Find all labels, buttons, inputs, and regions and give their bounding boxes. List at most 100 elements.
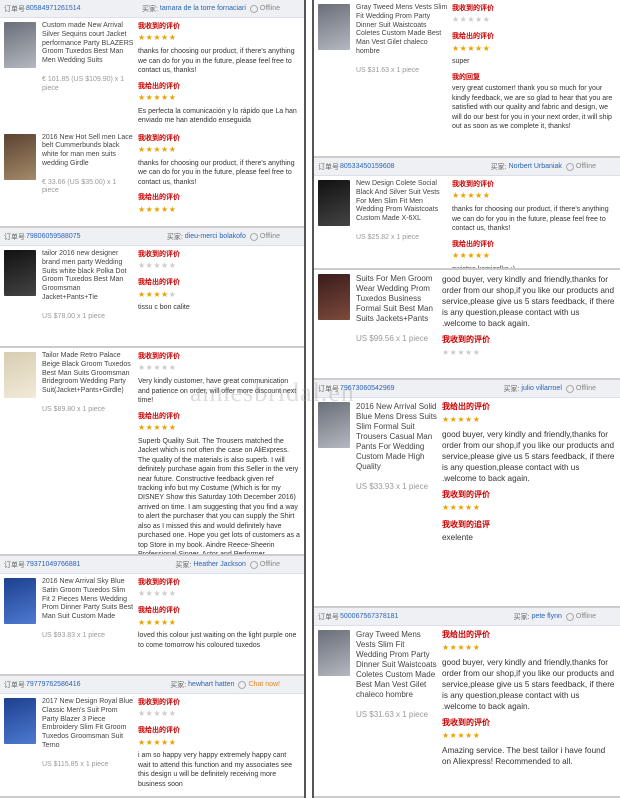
product-title-link[interactable]: 2016 New Arrival Sky Blue Satin Groom Tu… <box>42 578 134 622</box>
buyer-label: 买家: <box>490 163 507 171</box>
rating-stars: ★★★★★ <box>138 617 177 627</box>
feedback-row: 2016 New Arrival Sky Blue Satin Groom Tu… <box>0 574 304 654</box>
rating-stars: ★★★★★ <box>452 43 491 53</box>
order-number-link[interactable]: 79673060542969 <box>340 385 395 392</box>
buyer-name-link[interactable]: tamara de la torre fornaciari <box>160 5 246 12</box>
order-number-link[interactable]: 500067567378181 <box>340 613 398 620</box>
left-column: 订单号 80584971261514 买家: tamara de la torre f… <box>0 0 306 798</box>
given-feedback-label: 我给出的评价 <box>138 194 180 202</box>
buyer-name-link[interactable]: Heather Jackson <box>193 561 246 568</box>
product-thumbnail[interactable] <box>318 180 350 226</box>
order-label: 订单号 <box>4 681 25 689</box>
chat-icon[interactable] <box>565 384 574 393</box>
product-thumbnail[interactable] <box>318 274 350 320</box>
buyer-name-link[interactable]: hewhart hatten <box>188 681 234 688</box>
feedback-row: Custom made New Arrival Silver Sequins c… <box>0 18 304 130</box>
order-label: 订单号 <box>318 163 339 171</box>
product-thumbnail[interactable] <box>4 133 36 180</box>
rating-stars: ★★★★★ <box>138 589 177 599</box>
online-status: Offline <box>259 5 280 12</box>
order-number-link[interactable]: 79806059588075 <box>26 233 81 240</box>
buyer-label: 买家: <box>513 613 530 621</box>
order-number-link[interactable]: 80533450159608 <box>340 163 395 170</box>
received-feedback-label: 我收到的评价 <box>138 353 180 360</box>
rating-stars: ★★★★★ <box>138 289 177 299</box>
chat-icon[interactable] <box>238 680 247 689</box>
product-title-link[interactable]: Tailor Made Retro Palace Beige Black Gro… <box>42 352 134 396</box>
rating-stars: ★★★★★ <box>442 348 481 358</box>
received-feedback-text: good buyer, very kindly and friendly,tha… <box>442 429 615 483</box>
order-header: 订单号 80533450159608 买家: Norbert Urbaniak Offl… <box>314 158 620 176</box>
product-title-link[interactable]: Gray Tweed Mens Vests Slim Fit Wedding P… <box>356 630 438 700</box>
product-title-link[interactable]: New Design Colete Social Black And Silve… <box>356 180 448 224</box>
product-info: Gray Tweed Mens Vests Slim Fit Wedding P… <box>356 4 448 132</box>
feedback-content: 我给出的评价 ★★★★★ good buyer, very kindly and f… <box>438 402 616 543</box>
buyer-name-link[interactable]: julio villarroel <box>521 385 561 392</box>
product-price: US $33.93 x 1 piece <box>356 482 429 491</box>
buyer-name-link[interactable]: dieu-merci bolakofo <box>185 233 246 240</box>
given-feedback-text: Es perfecta la comunicación y lo rápido … <box>138 107 297 125</box>
buyer-name-link[interactable]: Norbert Urbaniak <box>509 163 562 170</box>
online-status: Offline <box>575 385 596 392</box>
chat-icon[interactable] <box>249 232 258 241</box>
order-header: 订单号 79673060542969 买家: julio villarroel Offl… <box>314 380 620 398</box>
online-status: Offline <box>259 561 280 568</box>
chat-icon[interactable] <box>249 560 258 569</box>
online-status[interactable]: Chat now! <box>248 681 280 688</box>
product-thumbnail[interactable] <box>318 402 350 448</box>
order-label: 订单号 <box>4 5 25 13</box>
product-title-link[interactable]: tailor 2016 new designer brand men party… <box>42 250 134 303</box>
given-feedback-text: loved this colour just waiting on the li… <box>138 632 297 649</box>
given-feedback-text: tissu c bon calite <box>138 304 190 312</box>
product-thumbnail[interactable] <box>4 698 36 744</box>
reply-label: 我的回复 <box>452 73 480 81</box>
product-title-link[interactable]: Custom made New Arrival Silver Sequins c… <box>42 22 134 66</box>
feedback-panel: Suits For Men Groom Wear Wedding Prom Tu… <box>314 270 620 380</box>
order-header: 订单号 79779762586416 买家: hewhart hatten Chat n… <box>0 676 304 694</box>
feedback-row: Gray Tweed Mens Vests Slim Fit Wedding P… <box>314 0 620 136</box>
feedback-panel: Tailor Made Retro Palace Beige Black Gro… <box>0 348 304 556</box>
rating-stars: ★★★★★ <box>138 737 177 747</box>
rating-stars: ★★★★★ <box>442 730 481 740</box>
given-feedback-label: 我给出的评价 <box>138 82 180 90</box>
product-title-link[interactable]: 2016 New Arrival Solid Blue Mens Dress S… <box>356 402 438 472</box>
order-number-link[interactable]: 79371049766881 <box>26 561 81 568</box>
product-thumbnail[interactable] <box>4 250 36 296</box>
given-feedback-label: 我收到的评价 <box>442 717 490 727</box>
received-feedback-text: thanks for choosing our product, if ther… <box>138 159 295 186</box>
reply-label: 我收到的追评 <box>442 519 490 529</box>
order-number-link[interactable]: 79779762586416 <box>26 681 81 688</box>
given-feedback-text: Amazing service. The best tailor i have … <box>442 745 606 766</box>
order-number-link[interactable]: 80584971261514 <box>26 5 81 12</box>
chat-icon[interactable] <box>249 4 258 13</box>
given-feedback-text: Superb Quality Suit. The Trousers matche… <box>138 437 300 556</box>
given-feedback-label: 我给出的评价 <box>138 727 180 735</box>
buyer-name-link[interactable]: pete flynn <box>532 613 562 620</box>
product-title-link[interactable]: 2017 New Design Royal Blue Classic Men's… <box>42 698 134 751</box>
chat-icon[interactable] <box>565 612 574 621</box>
chat-icon[interactable] <box>565 162 574 171</box>
buyer-label: 买家: <box>141 5 158 13</box>
received-feedback-text: thanks for choosing our product, if ther… <box>452 206 609 233</box>
product-price: US $31.63 x 1 piece <box>356 710 429 719</box>
product-title-link[interactable]: 2016 New Hot Sell men Lace belt Cummerbu… <box>42 134 134 169</box>
product-thumbnail[interactable] <box>4 22 36 68</box>
product-title-link[interactable]: Suits For Men Groom Wear Wedding Prom Tu… <box>356 274 438 324</box>
order-label: 订单号 <box>4 233 25 241</box>
feedback-content: 我收到的评价 ★★★★★ 我给出的评价 ★★★★★ i am so happy very… <box>134 698 300 789</box>
order-header: 订单号 500067567378181 买家: pete flynn Offline <box>314 608 620 626</box>
feedback-row: 2016 New Arrival Solid Blue Mens Dress S… <box>314 398 620 547</box>
product-thumbnail[interactable] <box>318 630 350 676</box>
received-feedback-text: thanks for choosing our product, if ther… <box>138 48 295 75</box>
feedback-panel: 订单号 79673060542969 买家: julio villarroel Offl… <box>314 380 620 608</box>
product-title-link[interactable]: Gray Tweed Mens Vests Slim Fit Wedding P… <box>356 4 448 57</box>
rating-stars: ★★★★★ <box>452 191 491 201</box>
product-info: New Design Colete Social Black And Silve… <box>356 180 448 268</box>
product-thumbnail[interactable] <box>4 578 36 624</box>
rating-stars: ★★★★★ <box>138 92 177 102</box>
product-thumbnail[interactable] <box>318 4 350 50</box>
order-label: 订单号 <box>318 385 339 393</box>
rating-stars: ★★★★★ <box>452 15 491 25</box>
product-thumbnail[interactable] <box>4 352 36 398</box>
given-feedback-label: 我收到的评价 <box>442 489 490 499</box>
